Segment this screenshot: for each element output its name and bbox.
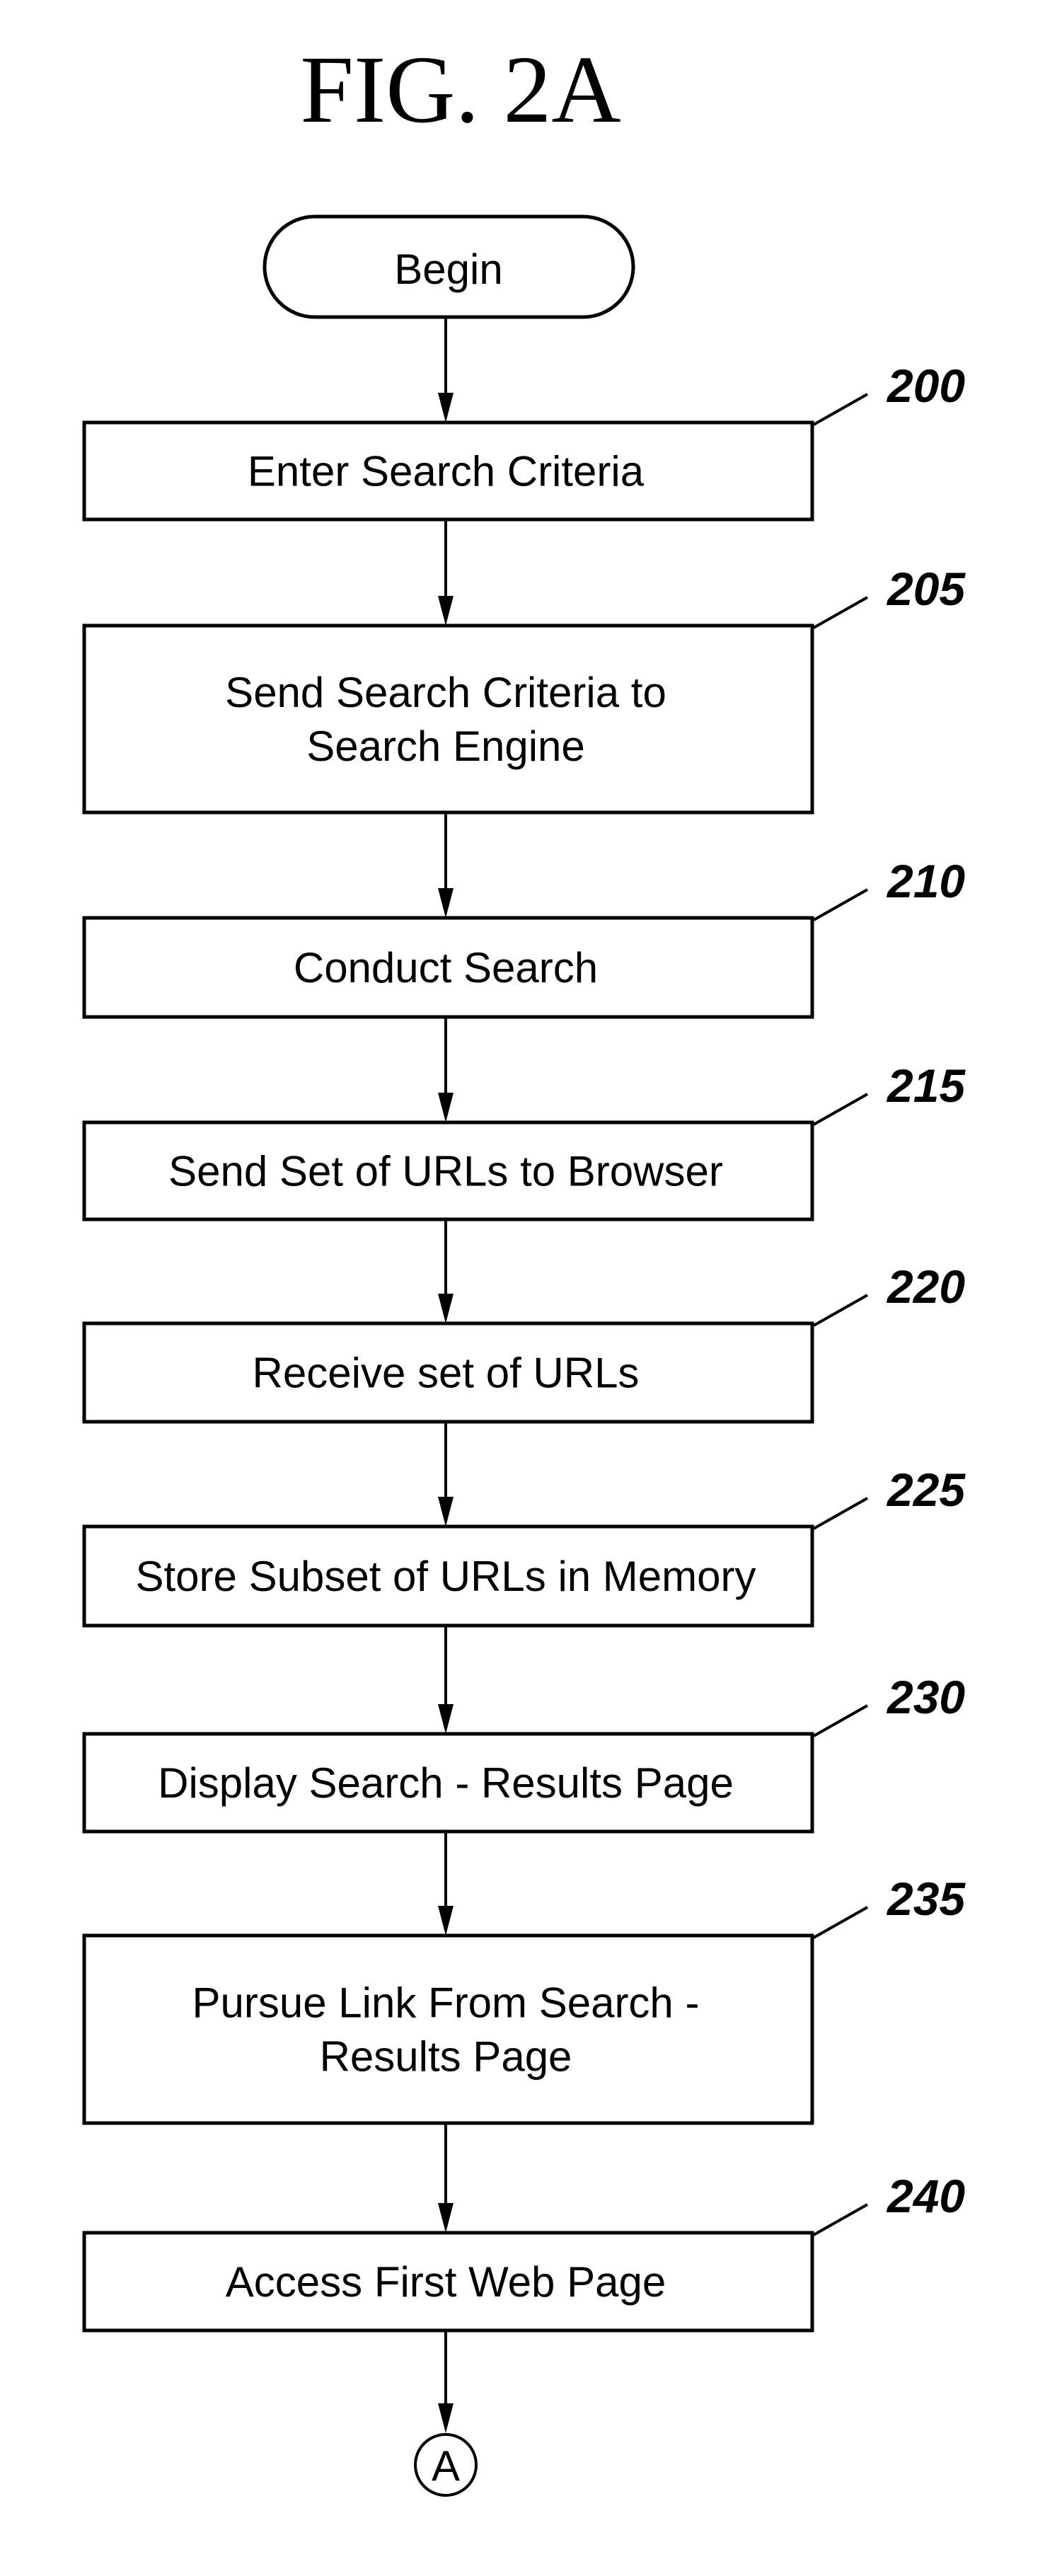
reference-number-label: 210 [886,855,965,907]
reference-number-label: 225 [886,1464,966,1516]
process-box-text: Store Subset of URLs in Memory [135,1553,756,1600]
figure-title: FIG. 2A [300,37,620,143]
end-connector: A [414,2433,478,2497]
reference-number-label: 230 [886,1671,965,1723]
process-box-text: Access First Web Page [226,2258,666,2306]
process-box [82,623,814,815]
reference-number-label: 215 [886,1059,966,1112]
off-page-connector-label: A [432,2442,460,2490]
process-box [82,1933,814,2125]
process-box-text: Conduct Search [294,944,598,991]
reference-number-label: 220 [886,1260,965,1313]
start-terminator: Begin [262,214,635,319]
process-box-text: Send Search Criteria to [225,669,666,716]
flowchart-diagram: FIG. 2A Begin Enter Search Criteria 200 Se… [0,0,1045,2576]
process-box-text: Search Engine [306,723,585,770]
start-terminator-label: Begin [394,246,502,293]
reference-number-label: 240 [886,2170,965,2222]
process-box-text: Receive set of URLs [253,1350,640,1397]
process-box-text: Results Page [320,2033,572,2081]
reference-number-label: 205 [886,563,966,615]
process-box-text: Pursue Link From Search - [192,1979,700,2027]
process-box-text: Enter Search Criteria [248,448,645,495]
reference-number-label: 235 [886,1873,966,1925]
process-box-text: Send Set of URLs to Browser [168,1148,723,1195]
process-box-text: Display Search - Results Page [158,1759,734,1807]
reference-number-label: 200 [886,360,965,412]
